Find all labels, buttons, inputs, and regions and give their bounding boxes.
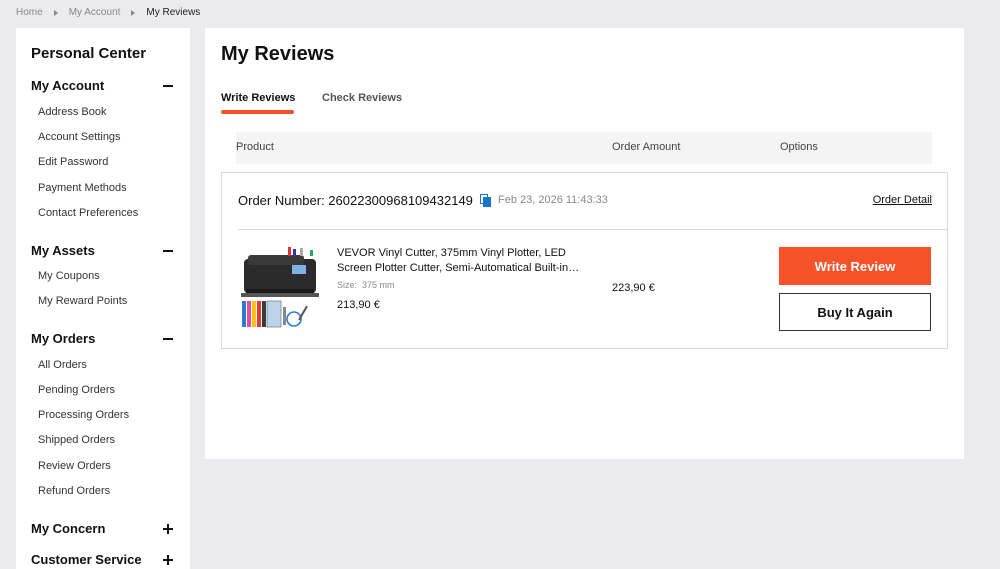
sidebar-item-refund-orders[interactable]: Refund Orders [38,485,110,497]
breadcrumb: Home My Account My Reviews [16,7,200,18]
write-review-button[interactable]: Write Review [779,247,931,285]
order-number-text: Order Number: 26022300968109432149 [238,193,473,208]
product-image[interactable] [238,245,322,329]
sidebar-item-payment-methods[interactable]: Payment Methods [38,182,127,194]
sidebar-item-my-coupons[interactable]: My Coupons [38,270,100,282]
divider [238,229,947,230]
order-amount: 223,90 € [612,282,655,294]
product-size-value: 375 mm [362,280,395,290]
sidebar-item-shipped-orders[interactable]: Shipped Orders [38,434,115,446]
sidebar-section-my-concern[interactable]: My Concern [31,521,174,536]
copy-icon[interactable] [479,194,492,207]
sidebar-section-my-account[interactable]: My Account [31,78,174,93]
product-name[interactable]: VEVOR Vinyl Cutter, 375mm Vinyl Plotter,… [337,246,597,276]
minus-icon[interactable] [162,80,174,92]
sidebar-item-my-reward-points[interactable]: My Reward Points [38,295,127,307]
sidebar-item-account-settings[interactable]: Account Settings [38,131,121,143]
tab-write-reviews[interactable]: Write Reviews [221,92,295,104]
order-time: Feb 23, 2026 11:43:33 [498,194,608,206]
active-tab-indicator [221,110,294,114]
column-header-options: Options [780,141,818,153]
sidebar-item-review-orders[interactable]: Review Orders [38,460,111,472]
plus-icon[interactable] [162,523,174,535]
tab-check-reviews[interactable]: Check Reviews [322,92,402,104]
order-detail-link[interactable]: Order Detail [873,194,932,206]
sidebar-item-pending-orders[interactable]: Pending Orders [38,384,115,396]
product-size: Size: 375 mm [337,280,395,290]
sidebar-section-label: My Orders [31,331,96,346]
chevron-right-icon [131,9,136,16]
chevron-right-icon [53,9,58,16]
sidebar: Personal Center My Account Address Book … [16,28,190,569]
sidebar-section-my-assets[interactable]: My Assets [31,243,174,258]
sidebar-item-contact-preferences[interactable]: Contact Preferences [38,207,138,219]
column-header-product: Product [236,141,274,153]
sidebar-section-label: My Concern [31,521,106,536]
sidebar-section-label: My Account [31,78,105,93]
breadcrumb-home[interactable]: Home [16,7,43,18]
minus-icon[interactable] [162,333,174,345]
order-card: Order Number: 26022300968109432149 Feb 2… [221,172,948,349]
product-size-label: Size: [337,280,358,290]
table-header: Product Order Amount Options [236,132,932,164]
page-title: My Reviews [221,43,335,65]
sidebar-item-address-book[interactable]: Address Book [38,106,106,118]
sidebar-title: Personal Center [31,45,147,62]
sidebar-item-processing-orders[interactable]: Processing Orders [38,409,129,421]
breadcrumb-my-account[interactable]: My Account [69,7,121,18]
product-price: 213,90 € [337,299,380,311]
sidebar-section-label: Customer Service [31,552,142,567]
buy-it-again-button[interactable]: Buy It Again [779,293,931,331]
column-header-order-amount: Order Amount [612,141,681,153]
plus-icon[interactable] [162,554,174,566]
order-number: Order Number: 26022300968109432149 [238,193,492,208]
sidebar-section-my-orders[interactable]: My Orders [31,331,174,346]
sidebar-section-customer-service[interactable]: Customer Service [31,552,174,567]
minus-icon[interactable] [162,245,174,257]
sidebar-item-edit-password[interactable]: Edit Password [38,156,108,168]
main-panel: My Reviews Write Reviews Check Reviews P… [205,28,964,459]
breadcrumb-current: My Reviews [146,7,201,18]
sidebar-item-all-orders[interactable]: All Orders [38,359,87,371]
sidebar-section-label: My Assets [31,243,95,258]
